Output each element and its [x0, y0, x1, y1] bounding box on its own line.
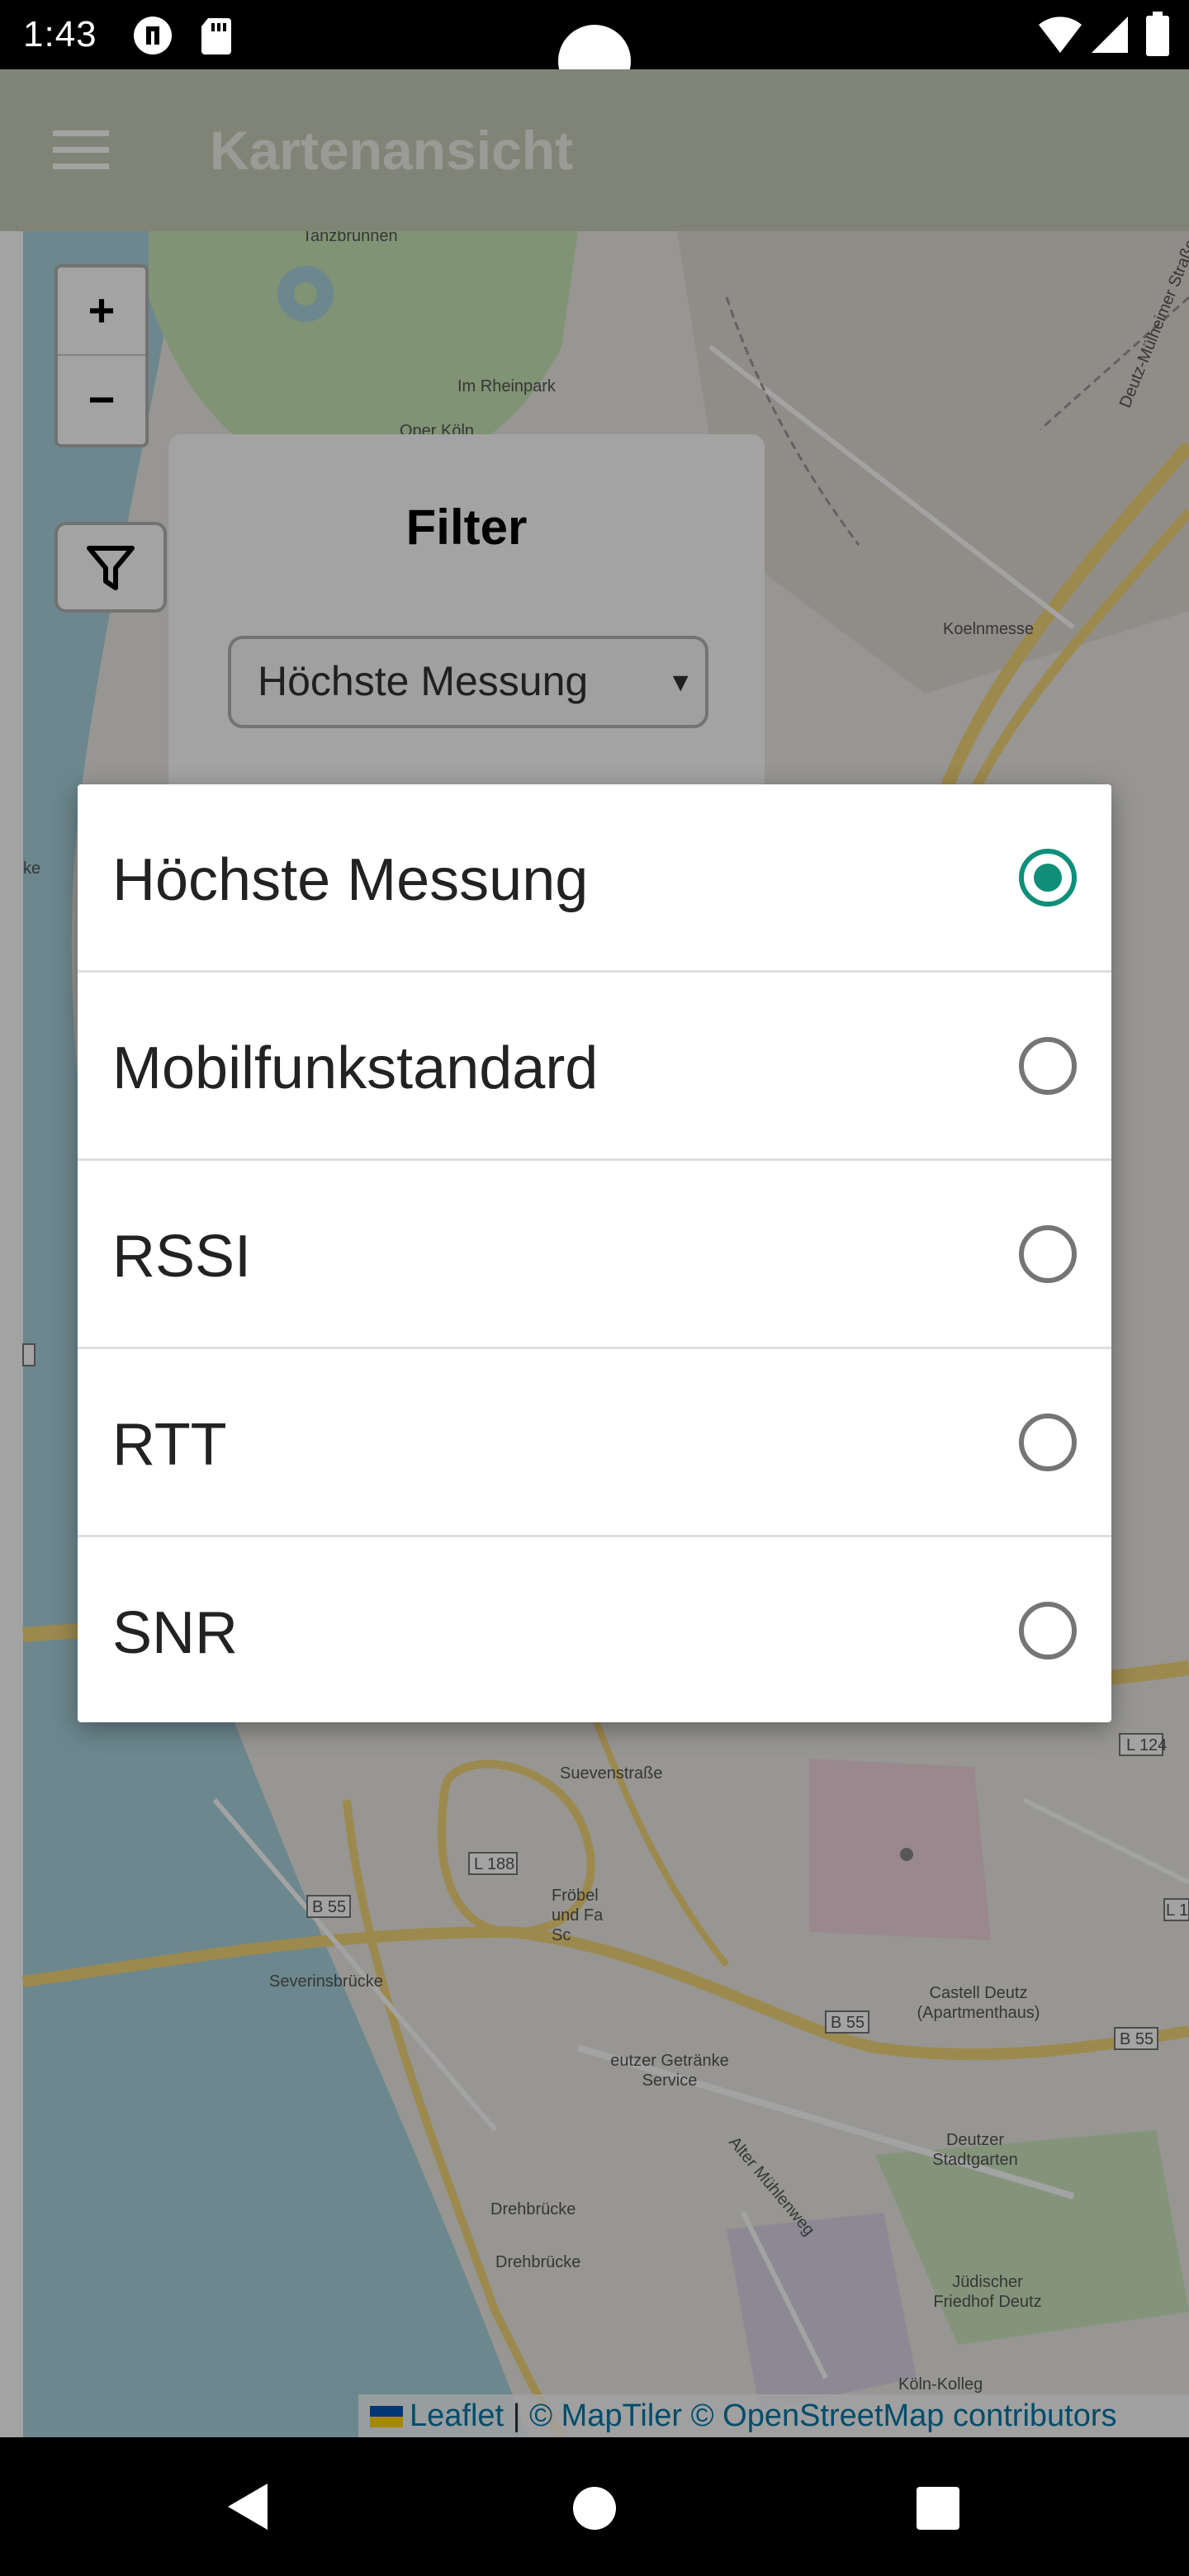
radio-dot: [1034, 864, 1062, 892]
recents-icon[interactable]: [915, 2485, 961, 2536]
radio-button[interactable]: [1019, 1602, 1077, 1660]
option-label: Höchste Messung: [112, 847, 589, 913]
home-icon[interactable]: [571, 2485, 618, 2536]
option-label: RSSI: [112, 1224, 252, 1290]
cell-signal-icon: [1090, 15, 1130, 59]
cloud-sync-icon: [132, 15, 173, 60]
option-label: Mobilfunkstandard: [112, 1035, 599, 1101]
dialog-option-rtt[interactable]: RTT: [78, 1349, 1111, 1537]
radio-button[interactable]: [1019, 1413, 1077, 1471]
radio-button-checked[interactable]: [1019, 849, 1077, 907]
radio-button[interactable]: [1019, 1037, 1077, 1095]
navigation-bar: [0, 2437, 1189, 2576]
dialog-option-hoechste-messung[interactable]: Höchste Messung: [78, 784, 1111, 973]
dialog-option-snr[interactable]: SNR: [78, 1537, 1111, 1722]
status-time: 1:43: [23, 14, 97, 54]
dialog-option-mobilfunkstandard[interactable]: Mobilfunkstandard: [78, 973, 1111, 1161]
option-label: RTT: [112, 1412, 227, 1478]
radio-button[interactable]: [1019, 1225, 1077, 1283]
option-label: SNR: [112, 1600, 239, 1666]
battery-icon: [1146, 12, 1169, 60]
dialog-option-rssi[interactable]: RSSI: [78, 1161, 1111, 1349]
back-icon[interactable]: [225, 2480, 271, 2537]
sd-card-icon: [200, 15, 233, 60]
wifi-icon: [1037, 15, 1083, 59]
filter-options-dialog: Höchste Messung Mobilfunkstandard RSSI R…: [78, 784, 1111, 1722]
